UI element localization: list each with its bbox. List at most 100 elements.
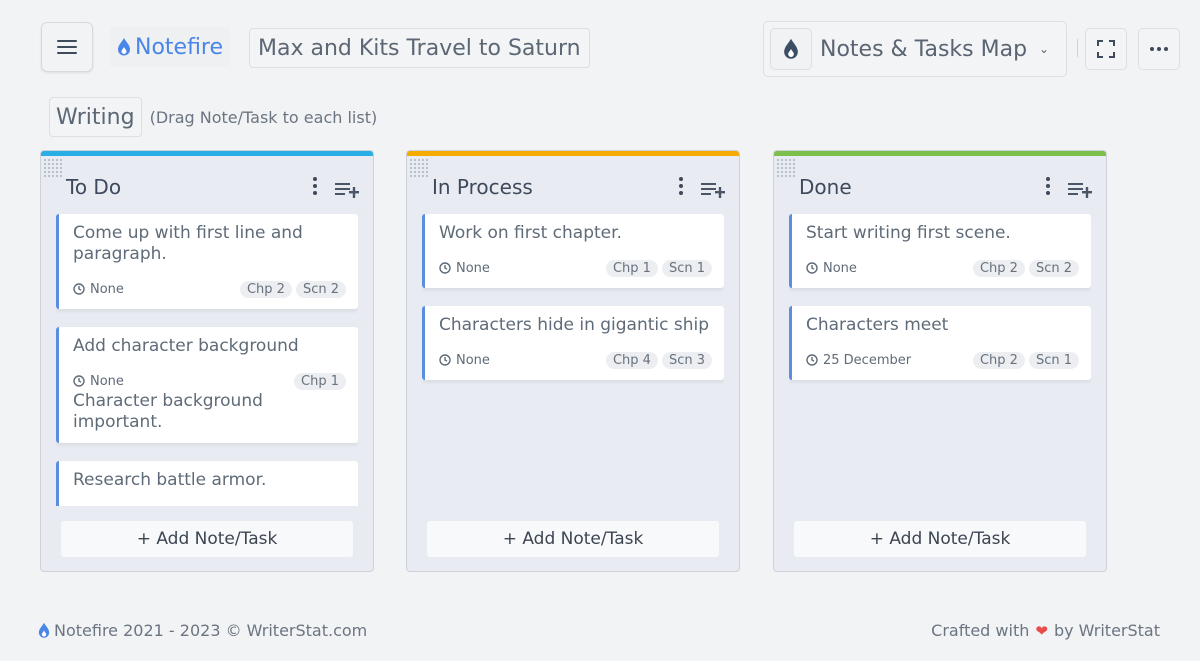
- flame-drop-icon: [784, 38, 798, 59]
- due-date: None: [439, 261, 490, 276]
- drag-handle-icon[interactable]: [409, 158, 429, 178]
- card-text: Characters meet: [806, 315, 949, 335]
- due-date: None: [73, 374, 124, 389]
- scene-tag[interactable]: Scn 3: [661, 351, 712, 369]
- footer-copyright: Notefire 2021 - 2023 © WriterStat.com: [38, 621, 367, 640]
- top-bar: Notefire Max and Kits Travel to Saturn N…: [41, 21, 1180, 77]
- card-text: Come up with first line and paragraph.: [73, 223, 303, 264]
- clock-icon: [439, 262, 451, 274]
- playlist-add-icon[interactable]: [701, 181, 725, 199]
- card-text: Start writing first scene.: [806, 223, 1011, 243]
- list-color-bar: [407, 151, 739, 156]
- card-tags: Chp 1: [294, 372, 346, 390]
- task-card[interactable]: Characters hide in gigantic ship None Ch…: [422, 306, 724, 380]
- chapter-tag[interactable]: Chp 2: [972, 259, 1025, 277]
- kebab-menu-icon[interactable]: [679, 177, 683, 195]
- scene-tag[interactable]: Scn 1: [1028, 351, 1079, 369]
- list-color-bar: [774, 151, 1106, 156]
- due-date: None: [806, 261, 857, 276]
- drag-handle-icon[interactable]: [776, 158, 796, 178]
- kebab-menu-icon[interactable]: [1046, 177, 1050, 195]
- list-title[interactable]: Done: [799, 175, 852, 199]
- card-description: Character background important.: [73, 391, 263, 432]
- scene-tag[interactable]: Scn 1: [661, 259, 712, 277]
- list-color-bar: [41, 151, 373, 156]
- chapter-tag[interactable]: Chp 4: [605, 351, 658, 369]
- chapter-tag[interactable]: Chp 1: [294, 372, 346, 390]
- chapter-tag[interactable]: Chp 1: [605, 259, 658, 277]
- brand-name: Notefire: [135, 34, 224, 60]
- list-title[interactable]: To Do: [66, 175, 121, 199]
- due-text: None: [823, 260, 857, 276]
- card-tags: Chp 4 Scn 3: [605, 351, 712, 369]
- task-card[interactable]: Work on first chapter. None Chp 1 Scn 1: [422, 214, 724, 288]
- board-header: Writing (Drag Note/Task to each list): [49, 97, 377, 137]
- due-text: None: [456, 352, 490, 368]
- board-name[interactable]: Writing: [49, 97, 142, 137]
- card-meta: None Chp 1: [73, 371, 346, 391]
- clock-icon: [439, 354, 451, 366]
- card-text: Work on first chapter.: [439, 223, 622, 243]
- ellipsis-icon: [1150, 47, 1168, 51]
- chevron-down-icon: ⌄: [1039, 42, 1050, 56]
- view-selector-label: Notes & Tasks Map: [820, 36, 1028, 62]
- list-column: To Do Come up with first line and paragr…: [40, 150, 374, 572]
- due-date: 25 December: [806, 353, 911, 368]
- heart-icon: ❤: [1035, 621, 1048, 640]
- task-card[interactable]: Research battle armor. None: [56, 461, 358, 506]
- chapter-tag[interactable]: Chp 2: [972, 351, 1025, 369]
- hamburger-icon: [57, 40, 77, 54]
- card-meta: None Chp 4 Scn 3: [439, 350, 712, 370]
- due-date: None: [439, 353, 490, 368]
- card-list: Start writing first scene. None Chp 2 Sc…: [789, 214, 1091, 506]
- footer-right-prefix: Crafted with: [931, 621, 1030, 640]
- add-note-task-button[interactable]: + Add Note/Task: [427, 521, 719, 557]
- card-tags: Chp 2 Scn 2: [972, 259, 1079, 277]
- due-text: 25 December: [823, 352, 912, 368]
- due-date: None: [73, 282, 124, 297]
- card-meta: None Chp 1 Scn 1: [439, 258, 712, 278]
- flame-drop-icon: [38, 622, 50, 638]
- clock-icon: [806, 354, 818, 366]
- menu-button[interactable]: [41, 22, 93, 72]
- footer-credit: Crafted with ❤ by WriterStat: [931, 621, 1160, 640]
- task-card[interactable]: Start writing first scene. None Chp 2 Sc…: [789, 214, 1091, 288]
- scene-tag[interactable]: Scn 2: [295, 280, 346, 298]
- card-text: Characters hide in gigantic ship: [439, 315, 710, 335]
- card-meta: None Chp 2 Scn 2: [806, 258, 1079, 278]
- chapter-tag[interactable]: Chp 2: [239, 280, 292, 298]
- project-title[interactable]: Max and Kits Travel to Saturn: [249, 28, 590, 68]
- list-column: Done Start writing first scene. None Chp…: [773, 150, 1107, 572]
- card-meta: None: [73, 505, 346, 506]
- divider: [1077, 39, 1078, 57]
- more-options-button[interactable]: [1138, 28, 1180, 70]
- footer-left-text[interactable]: Notefire 2021 - 2023 © WriterStat.com: [54, 621, 367, 640]
- clock-icon: [806, 262, 818, 274]
- scene-tag[interactable]: Scn 2: [1028, 259, 1079, 277]
- flame-drop-icon: [118, 38, 130, 56]
- footer-right-suffix[interactable]: by WriterStat: [1054, 621, 1160, 640]
- add-note-task-button[interactable]: + Add Note/Task: [794, 521, 1086, 557]
- card-tags: Chp 1 Scn 1: [605, 259, 712, 277]
- list-column: In Process Work on first chapter. None C…: [406, 150, 740, 572]
- card-list: Come up with first line and paragraph. N…: [56, 214, 358, 506]
- kebab-menu-icon[interactable]: [313, 177, 317, 195]
- clock-icon: [73, 375, 85, 387]
- task-card[interactable]: Come up with first line and paragraph. N…: [56, 214, 358, 309]
- list-title[interactable]: In Process: [432, 175, 533, 199]
- view-selector[interactable]: Notes & Tasks Map ⌄: [763, 21, 1067, 77]
- card-list: Work on first chapter. None Chp 1 Scn 1 …: [422, 214, 724, 506]
- playlist-add-icon[interactable]: [335, 181, 359, 199]
- due-text: None: [456, 260, 490, 276]
- playlist-add-icon[interactable]: [1068, 181, 1092, 199]
- add-note-task-button[interactable]: + Add Note/Task: [61, 521, 353, 557]
- card-meta: None Chp 2 Scn 2: [73, 279, 346, 299]
- fullscreen-button[interactable]: [1085, 28, 1127, 70]
- view-icon-box: [770, 28, 812, 70]
- task-card[interactable]: Add character background None Chp 1 Char…: [56, 327, 358, 443]
- task-card[interactable]: Characters meet 25 December Chp 2 Scn 1: [789, 306, 1091, 380]
- brand-logo[interactable]: Notefire: [110, 27, 231, 67]
- card-meta: 25 December Chp 2 Scn 1: [806, 350, 1079, 370]
- clock-icon: [73, 283, 85, 295]
- drag-handle-icon[interactable]: [43, 158, 63, 178]
